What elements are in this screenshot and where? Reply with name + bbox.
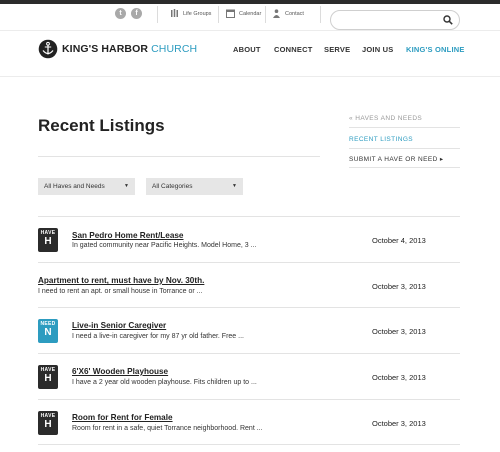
list-divider bbox=[38, 216, 460, 217]
list-divider bbox=[38, 399, 460, 400]
nav-about[interactable]: ABOUT bbox=[233, 45, 261, 54]
category-filter-select[interactable]: All Categories ▼ bbox=[146, 178, 243, 195]
title-divider bbox=[38, 156, 320, 157]
facebook-icon[interactable]: f bbox=[131, 8, 142, 19]
listing-title[interactable]: Live-in Senior Caregiver bbox=[72, 321, 166, 330]
listing-description: I need a live-in caregiver for my 87 yr … bbox=[72, 333, 244, 340]
list-divider bbox=[38, 262, 460, 263]
list-divider bbox=[38, 444, 460, 445]
page-title: Recent Listings bbox=[38, 116, 165, 135]
brand-name-bold: KING'S HARBOR bbox=[62, 43, 149, 55]
listing-date: October 3, 2013 bbox=[372, 373, 426, 382]
have-badge: HAVE H bbox=[38, 228, 58, 252]
listing-title[interactable]: 6'X6' Wooden Playhouse bbox=[72, 367, 168, 376]
list-divider bbox=[38, 353, 460, 354]
sidebar-divider bbox=[349, 127, 460, 128]
brand-name: KING'S HARBOR CHURCH bbox=[62, 43, 197, 55]
chevron-down-icon: ▼ bbox=[232, 183, 237, 189]
category-filter-value: All Categories bbox=[152, 183, 193, 190]
need-badge: NEED N bbox=[38, 319, 58, 343]
social-links: t f bbox=[115, 8, 142, 19]
contact-link[interactable]: Contact bbox=[272, 9, 304, 18]
search-icon[interactable] bbox=[443, 15, 453, 25]
search-box[interactable] bbox=[330, 10, 460, 30]
listing-date: October 3, 2013 bbox=[372, 327, 426, 336]
header-bottom-divider bbox=[0, 76, 500, 77]
utility-divider bbox=[157, 6, 158, 23]
calendar-link[interactable]: Calendar bbox=[226, 9, 261, 18]
life-groups-label: Life Groups bbox=[183, 10, 212, 17]
sidebar-item-recent-listings[interactable]: RECENT LISTINGS bbox=[349, 136, 460, 143]
utility-divider bbox=[320, 6, 321, 23]
have-badge: HAVE H bbox=[38, 365, 58, 389]
listing-title[interactable]: San Pedro Home Rent/Lease bbox=[72, 231, 183, 240]
sidebar-divider bbox=[349, 148, 460, 149]
list-divider bbox=[38, 307, 460, 308]
search-input[interactable] bbox=[339, 14, 439, 26]
listing-date: October 3, 2013 bbox=[372, 282, 426, 291]
anchor-logo-icon bbox=[38, 39, 58, 59]
utility-divider bbox=[218, 6, 219, 23]
listing-description: I need to rent an apt. or small house in… bbox=[38, 288, 203, 295]
have-badge: HAVE H bbox=[38, 411, 58, 435]
utility-divider bbox=[265, 6, 266, 23]
listing-description: Room for rent in a safe, quiet Torrance … bbox=[72, 425, 263, 432]
life-groups-icon bbox=[171, 9, 178, 17]
sidebar-back-link[interactable]: « HAVES AND NEEDS bbox=[349, 115, 460, 122]
nav-connect[interactable]: CONNECT bbox=[274, 45, 312, 54]
nav-serve[interactable]: SERVE bbox=[324, 45, 350, 54]
listing-date: October 4, 2013 bbox=[372, 236, 426, 245]
sidebar-divider bbox=[349, 167, 460, 168]
listing-title[interactable]: Room for Rent for Female bbox=[72, 413, 173, 422]
nav-kings-online[interactable]: KING'S ONLINE bbox=[406, 45, 465, 54]
listing-description: In gated community near Pacific Heights.… bbox=[72, 242, 257, 249]
listing-description: I have a 2 year old wooden playhouse. Fi… bbox=[72, 379, 257, 386]
life-groups-link[interactable]: Life Groups bbox=[170, 9, 211, 18]
sidebar-item-submit[interactable]: SUBMIT A HAVE OR NEED ▸ bbox=[349, 155, 460, 163]
type-filter-value: All Haves and Needs bbox=[44, 183, 105, 190]
site-logo[interactable]: KING'S HARBOR CHURCH bbox=[38, 39, 197, 59]
listing-title[interactable]: Apartment to rent, must have by Nov. 30t… bbox=[38, 276, 204, 285]
listing-date: October 3, 2013 bbox=[372, 419, 426, 428]
calendar-icon bbox=[226, 9, 235, 18]
chevron-down-icon: ▼ bbox=[124, 183, 129, 189]
header-divider bbox=[0, 30, 500, 31]
nav-join-us[interactable]: JOIN US bbox=[362, 45, 393, 54]
calendar-label: Calendar bbox=[239, 10, 262, 17]
contact-icon bbox=[273, 9, 280, 18]
twitter-icon[interactable]: t bbox=[115, 8, 126, 19]
type-filter-select[interactable]: All Haves and Needs ▼ bbox=[38, 178, 135, 195]
brand-name-light: CHURCH bbox=[151, 43, 198, 55]
contact-label: Contact bbox=[285, 10, 304, 17]
